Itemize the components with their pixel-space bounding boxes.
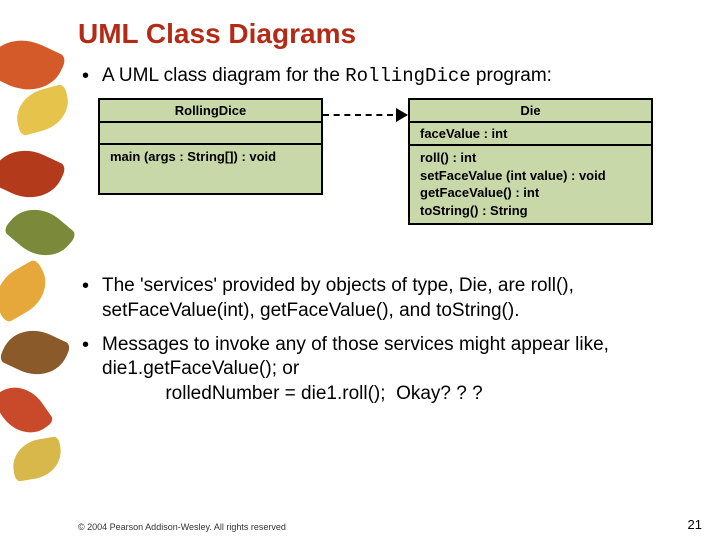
uml-attributes: faceValue : int [410,123,651,146]
bullet-messages-l2: rolledNumber = die1.roll(); Okay? ? ? [102,383,483,404]
bullet-messages: Messages to invoke any of those services… [78,333,680,406]
uml-methods: main (args : String[]) : void [100,145,321,193]
bullet-services: The 'services' provided by objects of ty… [78,274,680,323]
uml-methods: roll() : int setFaceValue (int value) : … [410,146,651,222]
bullet-intro-code: RollingDice [345,65,470,87]
uml-class-name: Die [410,100,651,123]
bullet-intro-post: program: [471,65,552,86]
uml-diagram: RollingDice main (args : String[]) : voi… [98,98,658,258]
uml-method: roll() : int [420,149,641,167]
dependency-arrow [323,107,408,121]
uml-method: getFaceValue() : int [420,184,641,202]
bullet-intro-pre: A UML class diagram for the [102,65,345,86]
uml-method: toString() : String [420,202,641,220]
arrow-line-icon [323,114,393,116]
uml-class-die: Die faceValue : int roll() : int setFace… [408,98,653,224]
uml-class-name: RollingDice [100,100,321,123]
uml-method: setFaceValue (int value) : void [420,167,641,185]
bullet-intro: A UML class diagram for the RollingDice … [78,64,680,88]
arrow-head-icon [396,108,408,122]
bullet-messages-l1: Messages to invoke any of those services… [102,334,609,379]
uml-class-rollingdice: RollingDice main (args : String[]) : voi… [98,98,323,195]
slide-title: UML Class Diagrams [78,18,680,50]
uml-attributes [100,123,321,145]
